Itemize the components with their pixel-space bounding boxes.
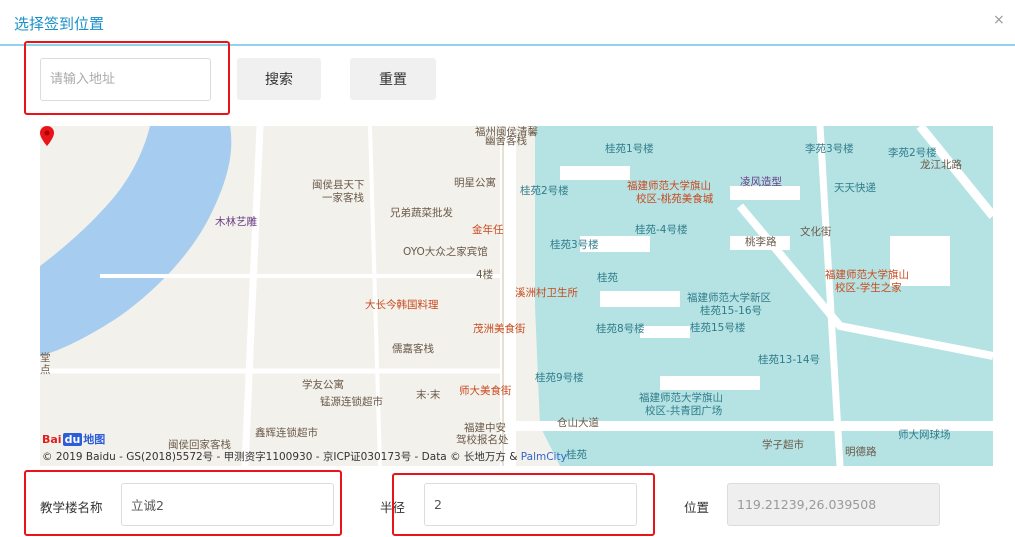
map-copyright-text: © 2019 Baidu - GS(2018)5572号 - 甲测资字11009… [42,451,521,463]
baidu-logo-text: Bai [42,433,62,446]
baidu-logo: Bai du 地图 [42,431,105,447]
search-button[interactable]: 搜索 [237,58,321,100]
map-label[interactable]: 文化街 [800,226,832,238]
map-label[interactable]: 学子超市 [762,439,804,451]
map-label[interactable]: 福建师范大学新区 [687,292,771,304]
map-label[interactable]: 锰源连锁超市 [320,396,383,408]
map-label[interactable]: 溪洲村卫生所 [515,287,578,299]
baidu-logo-ditu: 地图 [83,433,106,446]
map-label[interactable]: OYO大众之家宾馆 [403,246,488,258]
map-label[interactable]: 校区-桃苑美食城 [636,193,713,205]
reset-button[interactable]: 重置 [350,58,436,100]
map-label[interactable]: 福建中安 [464,422,506,434]
map-label[interactable]: 大长今韩国料理 [365,299,439,311]
map-label[interactable]: 4楼 [476,269,493,281]
position-label: 位置 [684,500,710,515]
map-label[interactable]: 桂苑15-16号 [700,305,762,317]
map-label[interactable]: 驾校报名处 [456,434,509,446]
map-label[interactable]: 师大美食街 [459,385,512,397]
map-label[interactable]: 明星公寓 [454,177,496,189]
map-copyright: © 2019 Baidu - GS(2018)5572号 - 甲测资字11009… [42,449,567,464]
dialog-header: 选择签到位置 × [0,0,1015,46]
radius-input[interactable] [424,483,637,526]
map-label[interactable]: 凌风造型 [740,176,782,188]
map-label[interactable]: 桂苑 [597,272,618,284]
map-label[interactable]: 闽侯县天下 [312,179,365,191]
map-label[interactable]: 校区-共青团广场 [645,405,722,417]
baidu-map[interactable]: 福州闽侯清馨 幽舍客栈 桂苑1号楼 李苑3号楼 李苑2号楼 龙江北路 闽侯县天下 一家客栈 明星… [40,126,993,466]
map-label[interactable]: 茂洲美食街 [473,323,526,335]
map-label[interactable]: 学友公寓 [302,379,344,391]
position-input [727,483,940,526]
radius-label: 半径 [380,500,406,515]
map-label[interactable]: 鑫辉连锁超市 [255,427,318,439]
map-label[interactable]: 一家客栈 [322,192,364,204]
map-label[interactable]: 桂苑 [566,449,587,461]
map-label[interactable]: 桂苑15号楼 [690,322,745,334]
map-label[interactable]: 天天快递 [834,182,876,194]
lake [40,126,232,356]
map-label[interactable]: 末·末 [416,389,440,401]
palmcity-link[interactable]: PalmCity [521,451,567,463]
map-label[interactable]: 明德路 [845,446,877,458]
map-label[interactable]: 福建师范大学旗山 [639,392,723,404]
map-label[interactable]: 金年任 [472,224,504,236]
map-label[interactable]: 点 [40,364,51,376]
building-name-input[interactable] [121,483,334,526]
map-label[interactable]: 龙江北路 [920,159,962,171]
map-label[interactable]: 李苑3号楼 [805,143,854,155]
baidu-logo-paw: du [62,433,83,446]
map-label[interactable]: 桂苑3号楼 [550,239,599,251]
map-label[interactable]: 福建师范大学旗山 [627,180,711,192]
map-label[interactable]: 校区-学生之家 [835,282,902,294]
map-label[interactable]: 幽舍客栈 [485,135,527,147]
dialog-title: 选择签到位置 [14,15,105,33]
map-label[interactable]: 儒嘉客栈 [392,343,434,355]
map-label[interactable]: 李苑2号楼 [888,147,937,159]
map-label[interactable]: 木林艺雕 [215,216,257,228]
map-label[interactable]: 师大网球场 [898,429,951,441]
map-label[interactable]: 桂苑2号楼 [520,185,569,197]
map-label[interactable]: 桂苑-4号楼 [635,224,687,236]
map-label[interactable]: 桂苑9号楼 [535,372,584,384]
building-name-label: 教学楼名称 [40,500,103,515]
map-label[interactable]: 仓山大道 [557,417,599,429]
address-search-input[interactable] [40,58,211,101]
map-label[interactable]: 堂 [40,352,51,364]
map-label[interactable]: 桂苑1号楼 [605,143,654,155]
map-label[interactable]: 兄弟蔬菜批发 [390,207,453,219]
map-label[interactable]: 福建师范大学旗山 [825,269,909,281]
map-label[interactable]: 桂苑8号楼 [596,323,645,335]
close-icon[interactable]: × [993,12,1005,28]
map-label[interactable]: 桂苑13-14号 [758,354,820,366]
location-pin-icon[interactable] [40,126,54,146]
map-label[interactable]: 桃李路 [745,236,777,248]
